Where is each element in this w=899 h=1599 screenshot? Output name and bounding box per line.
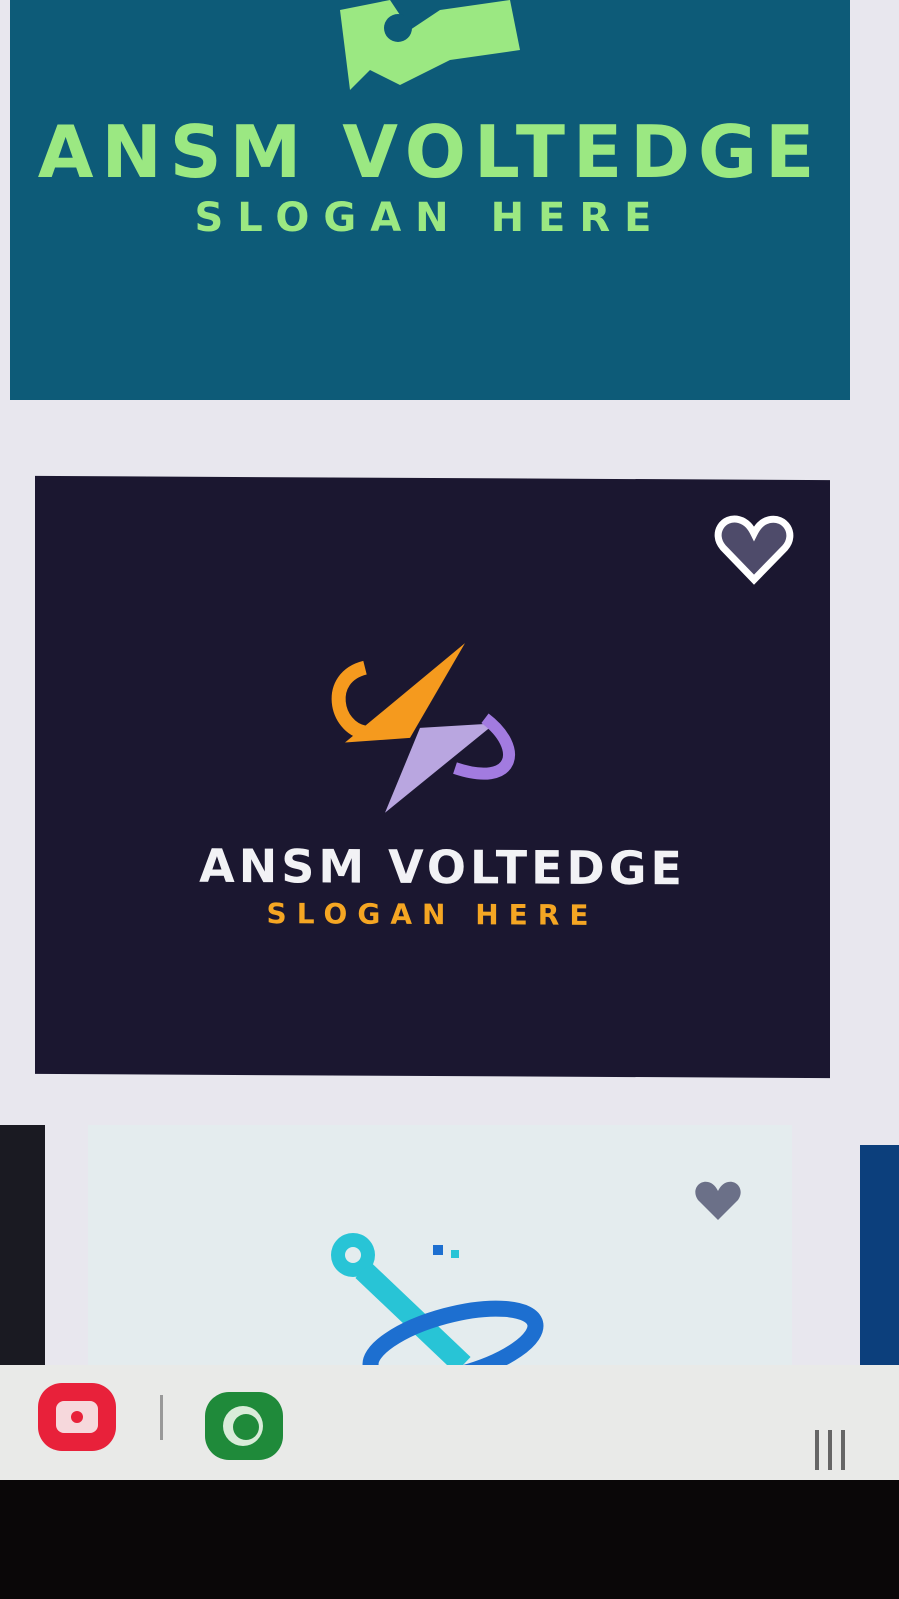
- camera-app-icon[interactable]: [38, 1383, 116, 1451]
- heart-outline-icon[interactable]: [713, 511, 795, 587]
- taskbar: [0, 1365, 899, 1480]
- logo-card-partial-left[interactable]: [0, 1125, 45, 1365]
- logo-card-2[interactable]: ANSM VOLTEDGE SLOGAN HERE: [35, 475, 830, 1079]
- monitor-bezel: [0, 1480, 899, 1599]
- taskbar-divider: [160, 1395, 163, 1440]
- chat-app-icon[interactable]: [205, 1392, 283, 1460]
- logo-name: ANSM VOLTEDGE: [199, 838, 686, 896]
- logo-card-3[interactable]: [88, 1125, 792, 1395]
- logo-card-partial-right[interactable]: [860, 1145, 899, 1390]
- heart-icon[interactable]: [693, 1180, 743, 1224]
- lightning-logo-icon: [331, 643, 515, 813]
- logo-card-1[interactable]: ANSM VOLTEDGE SLOGAN HERE: [10, 0, 850, 400]
- logo-name: ANSM VOLTEDGE: [37, 110, 823, 194]
- logo-slogan: SLOGAN HERE: [266, 897, 599, 932]
- recent-apps-icon[interactable]: [815, 1430, 860, 1470]
- logo-slogan: SLOGAN HERE: [194, 195, 666, 241]
- logo-mark-icon: [340, 0, 520, 90]
